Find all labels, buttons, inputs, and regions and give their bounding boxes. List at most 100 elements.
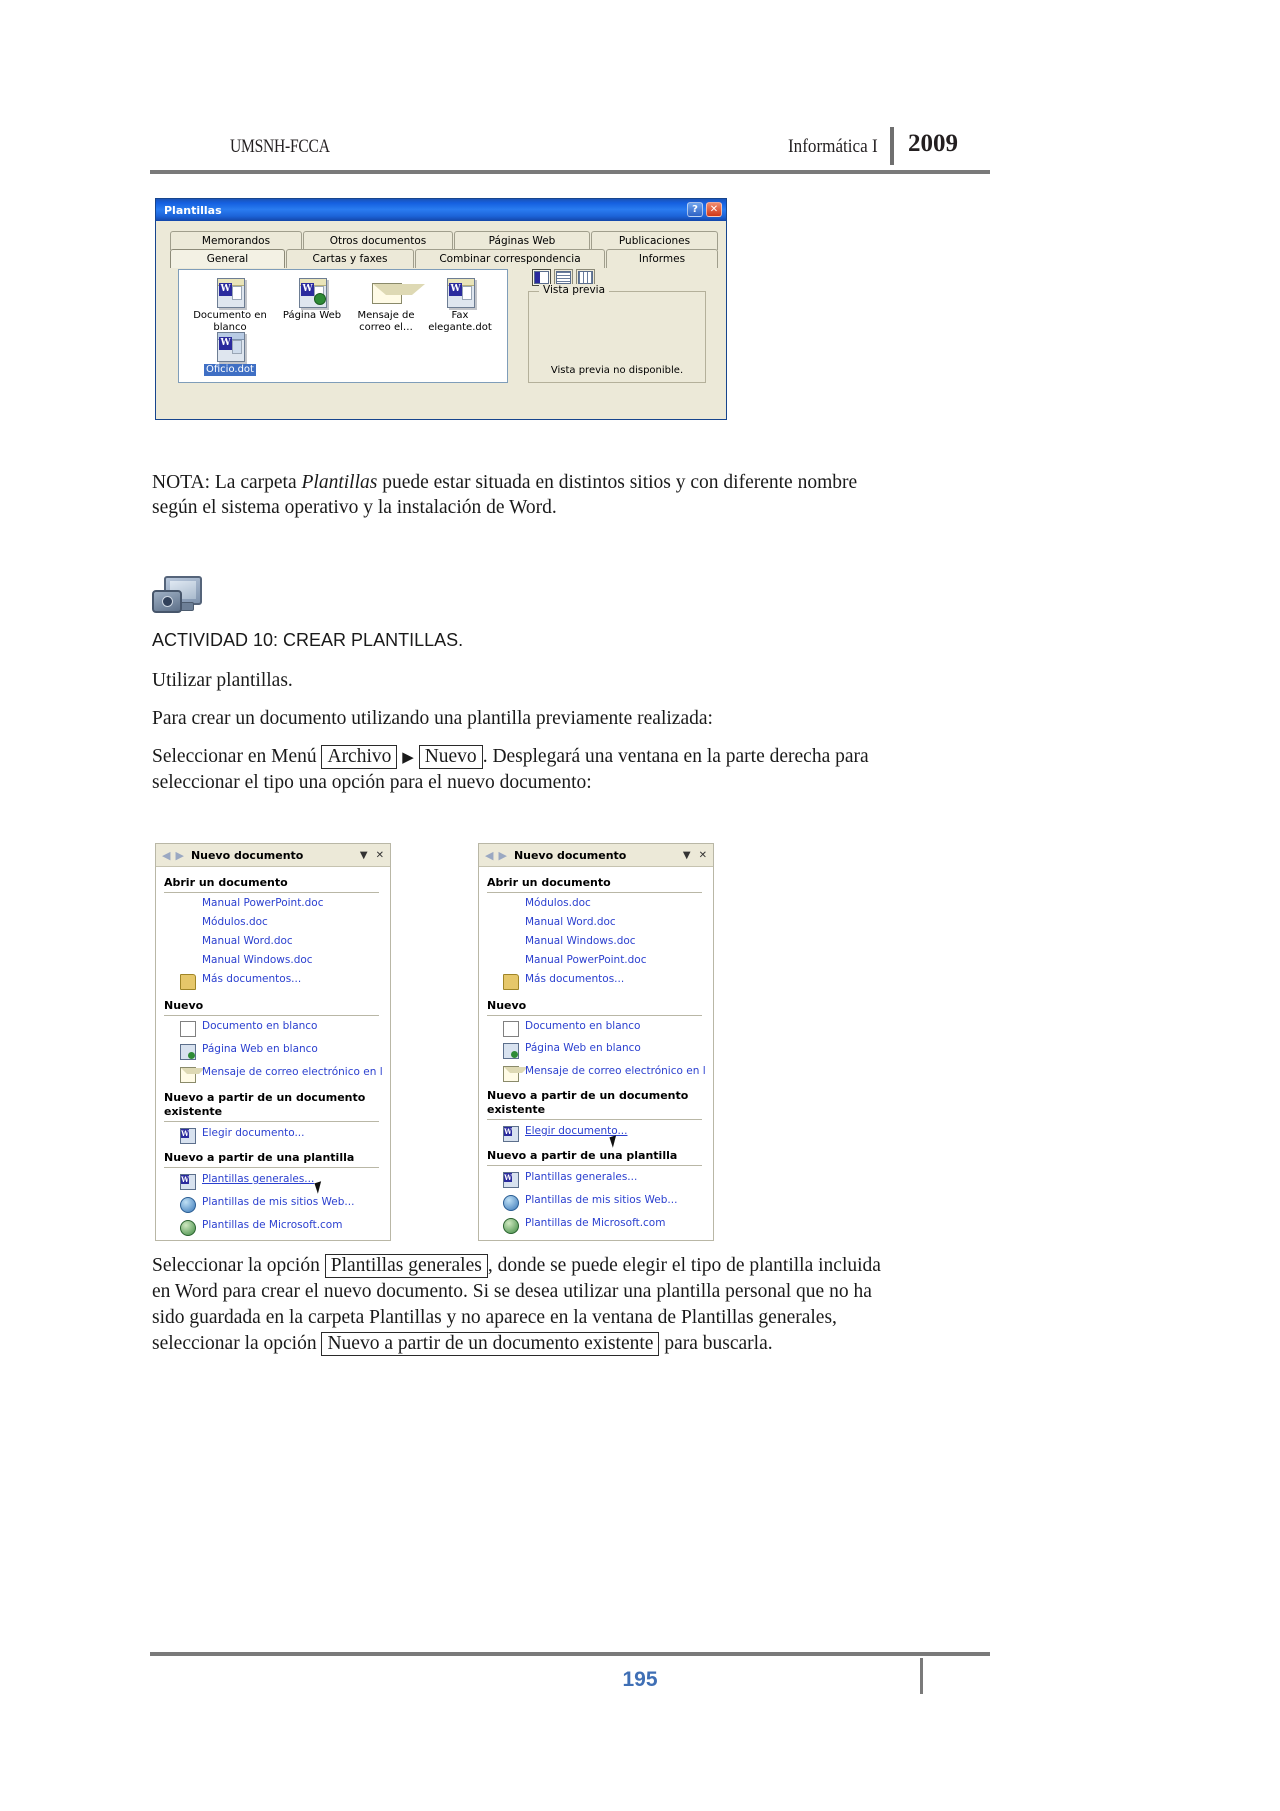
section-new-title: Nuevo	[164, 999, 204, 1012]
menu-nuevo-box[interactable]: Nuevo	[418, 745, 483, 769]
header-year: 2009	[908, 130, 958, 157]
template-item-selected[interactable]: W Oficio.dot	[189, 332, 271, 376]
template-item[interactable]: W Documento en blanco	[189, 278, 271, 333]
more-documents-link[interactable]: Más documentos...	[202, 973, 301, 985]
dialog-title-buttons: ? ✕	[687, 202, 722, 217]
word-template-icon	[503, 1172, 519, 1188]
section-new-rule	[487, 1015, 702, 1016]
menu-archivo-box[interactable]: Archivo	[321, 745, 398, 769]
mouse-cursor-icon	[314, 1181, 325, 1194]
choose-document-link[interactable]: Elegir documento...	[202, 1127, 304, 1139]
menu-instruction-line2: seleccionar el tipo una opción para el n…	[152, 772, 592, 793]
more-documents-link[interactable]: Más documentos...	[525, 973, 624, 985]
open-doc-link[interactable]: Manual PowerPoint.doc	[202, 897, 324, 909]
closing-line-1: Seleccionar la opción Plantillas general…	[152, 1253, 992, 1278]
web-page-icon: W	[297, 278, 327, 308]
task-pane-controls: ▼ ✕	[360, 850, 384, 861]
section-open-title: Abrir un documento	[164, 876, 288, 889]
plantillas-generales-link[interactable]: Plantillas generales...	[202, 1173, 314, 1185]
microsoft-globe-icon	[503, 1218, 519, 1234]
new-item-link[interactable]: Página Web en blanco	[202, 1043, 318, 1055]
activity-computer-camera-icon	[152, 572, 202, 618]
dialog-title-text: Plantillas	[164, 203, 222, 217]
preview-message: Vista previa no disponible.	[550, 365, 684, 376]
menu-instruction-line: Seleccionar en Menú Archivo ▶ Nuevo. Des…	[152, 744, 992, 771]
nota-text-italic: Plantillas	[301, 472, 378, 493]
open-doc-link[interactable]: Manual PowerPoint.doc	[525, 954, 647, 966]
new-item-link[interactable]: Mensaje de correo electrónico en l	[525, 1065, 706, 1077]
dialog-body: Memorandos Otros documentos Páginas Web …	[156, 221, 726, 419]
section-existing-title-l1: Nuevo a partir de un documento	[164, 1091, 366, 1104]
blank-document-icon	[503, 1021, 519, 1037]
section-template-rule	[164, 1167, 379, 1168]
task-pane-right[interactable]: ◀ ▶ Nuevo documento ▼ ✕ Abrir un documen…	[478, 843, 714, 1241]
microsoft-globe-icon	[180, 1220, 196, 1236]
word-document-icon: W	[445, 278, 475, 308]
nuevo-documento-existente-box[interactable]: Nuevo a partir de un documento existente	[321, 1332, 660, 1356]
task-pane-left[interactable]: ◀ ▶ Nuevo documento ▼ ✕ Abrir un documen…	[155, 843, 391, 1241]
tab-otros-documentos[interactable]: Otros documentos	[303, 231, 453, 250]
close-icon[interactable]: ✕	[699, 850, 707, 861]
closing-text-3: seleccionar la opción	[152, 1333, 317, 1354]
plantillas-generales-link[interactable]: Plantillas generales...	[525, 1171, 637, 1183]
nota-paragraph: NOTA: La carpeta Plantillas puede estar …	[152, 470, 982, 495]
open-doc-link[interactable]: Manual Word.doc	[525, 916, 616, 928]
template-item[interactable]: W Página Web	[271, 278, 353, 322]
template-list[interactable]: W Documento en blanco W Página Web Mensa…	[178, 269, 508, 383]
open-doc-link[interactable]: Manual Windows.doc	[202, 954, 313, 966]
menu-arrow-icon: ▶	[402, 750, 414, 766]
chevron-down-icon[interactable]: ▼	[683, 850, 691, 861]
back-arrow-icon[interactable]: ◀	[485, 849, 493, 862]
web-sites-icon	[503, 1195, 519, 1211]
close-icon[interactable]: ✕	[706, 202, 722, 217]
new-item-link[interactable]: Documento en blanco	[202, 1020, 317, 1032]
section-existing-title-l2: existente	[487, 1103, 546, 1116]
section-existing-title-l2: existente	[164, 1105, 223, 1118]
tab-general[interactable]: General	[170, 249, 285, 268]
section-template-title: Nuevo a partir de una plantilla	[164, 1151, 355, 1164]
intro-paragraph: Para crear un documento utilizando una p…	[152, 708, 713, 729]
plantillas-microsoft-link[interactable]: Plantillas de Microsoft.com	[202, 1219, 342, 1231]
template-item[interactable]: Mensaje de correo el…	[345, 278, 427, 333]
tab-publicaciones[interactable]: Publicaciones	[591, 231, 718, 250]
envelope-icon	[180, 1067, 205, 1083]
template-item[interactable]: W Fax elegante.dot	[419, 278, 501, 333]
help-icon[interactable]: ?	[687, 202, 703, 217]
dialog-tabs-row-1: Memorandos Otros documentos Páginas Web …	[170, 231, 718, 250]
closing-text-4: para buscarla.	[664, 1333, 773, 1354]
word-document-icon: W	[215, 278, 245, 308]
open-doc-link[interactable]: Manual Word.doc	[202, 935, 293, 947]
open-doc-link[interactable]: Módulos.doc	[525, 897, 591, 909]
tab-cartas-y-faxes[interactable]: Cartas y faxes	[286, 249, 414, 268]
tab-informes[interactable]: Informes	[606, 249, 718, 268]
open-doc-link[interactable]: Módulos.doc	[202, 916, 268, 928]
page-number: 195	[622, 1668, 658, 1691]
chevron-down-icon[interactable]: ▼	[360, 850, 368, 861]
web-sites-icon	[180, 1197, 196, 1213]
section-new-title: Nuevo	[487, 999, 527, 1012]
envelope-icon	[503, 1066, 528, 1082]
section-existing-title-l1: Nuevo a partir de un documento	[487, 1089, 689, 1102]
open-doc-link[interactable]: Manual Windows.doc	[525, 935, 636, 947]
forward-arrow-icon[interactable]: ▶	[175, 849, 183, 862]
plantillas-generales-box[interactable]: Plantillas generales	[324, 1254, 488, 1278]
close-icon[interactable]: ✕	[376, 850, 384, 861]
back-arrow-icon[interactable]: ◀	[162, 849, 170, 862]
new-item-link[interactable]: Documento en blanco	[525, 1020, 640, 1032]
plantillas-sitios-web-link[interactable]: Plantillas de mis sitios Web...	[525, 1194, 677, 1206]
tab-memorandos[interactable]: Memorandos	[170, 231, 302, 250]
task-pane-title: Nuevo documento	[190, 848, 304, 862]
plantillas-microsoft-link[interactable]: Plantillas de Microsoft.com	[525, 1217, 665, 1229]
web-page-icon	[180, 1044, 196, 1060]
mouse-cursor-icon	[609, 1135, 620, 1148]
new-item-link[interactable]: Página Web en blanco	[525, 1042, 641, 1054]
plantillas-sitios-web-link[interactable]: Plantillas de mis sitios Web...	[202, 1196, 354, 1208]
document-page: UMSNH-FCCA Informática I 2009 Plantillas…	[0, 0, 1280, 1811]
tab-paginas-web[interactable]: Páginas Web	[454, 231, 590, 250]
header-divider	[890, 127, 894, 165]
forward-arrow-icon[interactable]: ▶	[498, 849, 506, 862]
tab-combinar-correspondencia[interactable]: Combinar correspondencia	[415, 249, 605, 268]
new-item-link[interactable]: Mensaje de correo electrónico en l	[202, 1066, 383, 1078]
plantillas-dialog[interactable]: Plantillas ? ✕ Memorandos Otros document…	[155, 198, 727, 420]
section-open-title: Abrir un documento	[487, 876, 611, 889]
